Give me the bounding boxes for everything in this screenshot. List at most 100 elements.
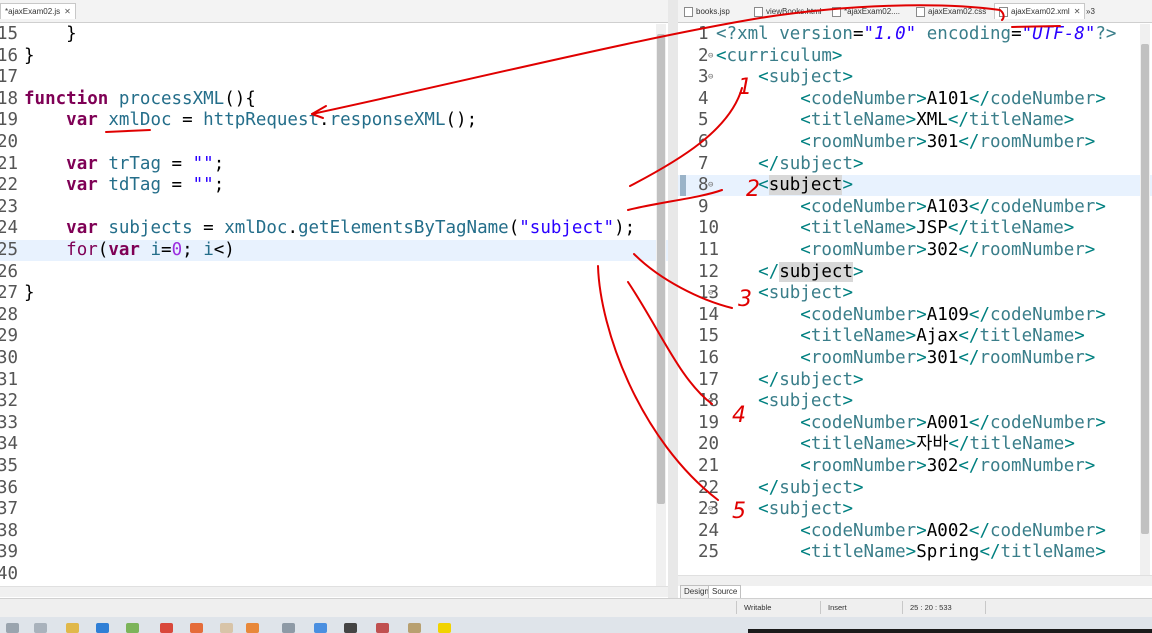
code-line[interactable]: 26: [0, 262, 668, 283]
fold-toggle-icon[interactable]: ⊖: [708, 283, 713, 304]
app-icon[interactable]: [314, 623, 327, 633]
js-horizontal-scrollbar[interactable]: [0, 586, 668, 597]
tab-overflow-button[interactable]: »3: [1082, 4, 1099, 19]
tab-ajaxexam02-css[interactable]: ajaxExam02.css: [912, 4, 990, 19]
code-line[interactable]: 39: [0, 542, 668, 563]
scroll-thumb[interactable]: [1141, 44, 1149, 534]
code-line[interactable]: 3 ⊖ <subject>: [678, 67, 1152, 88]
code-line[interactable]: 14 <codeNumber>A109</codeNumber>: [678, 305, 1152, 326]
code-line[interactable]: 16 <roomNumber>301</roomNumber>: [678, 348, 1152, 369]
line-number: 8: [698, 175, 709, 196]
code-line[interactable]: 8 ⊖ <subject>: [678, 175, 1152, 197]
folder-icon[interactable]: [66, 623, 79, 633]
code-line[interactable]: 25 for(var i=0; i<): [0, 240, 668, 261]
xml-horizontal-scrollbar[interactable]: [678, 575, 1152, 586]
code-line[interactable]: 29: [0, 326, 668, 347]
code-line[interactable]: 40: [0, 564, 668, 585]
code-line[interactable]: 17 </subject>: [678, 370, 1152, 391]
code-line[interactable]: 21 var trTag = "";: [0, 154, 668, 175]
code-line[interactable]: 35: [0, 456, 668, 477]
code-line[interactable]: 2 ⊖ <curriculum>: [678, 46, 1152, 67]
fold-toggle-icon[interactable]: ⊖: [708, 67, 713, 88]
code-line[interactable]: 1 <?xml version="1.0" encoding="UTF-8"?>: [678, 24, 1152, 45]
code-line[interactable]: 15 <titleName>Ajax</titleName>: [678, 326, 1152, 347]
code-line[interactable]: 11 <roomNumber>302</roomNumber>: [678, 240, 1152, 261]
tab-label: *ajaxExam02.js: [5, 7, 61, 16]
tab-ajaxexam02-js[interactable]: *ajaxExam02.js ✕: [0, 3, 76, 19]
eclipse-icon[interactable]: [246, 623, 259, 633]
code-line[interactable]: 5 <titleName>XML</titleName>: [678, 110, 1152, 131]
code-line[interactable]: 22 var tdTag = "";: [0, 175, 668, 196]
code-line[interactable]: 30: [0, 348, 668, 369]
code-line[interactable]: 22 </subject>: [678, 478, 1152, 499]
code-line[interactable]: 28: [0, 305, 668, 326]
close-icon[interactable]: ✕: [1074, 7, 1081, 16]
chrome-icon[interactable]: [160, 623, 173, 633]
code-line[interactable]: 23 ⊖ <subject>: [678, 499, 1152, 520]
fold-toggle-icon[interactable]: ⊖: [708, 175, 713, 196]
code-line[interactable]: 20: [0, 132, 668, 153]
pane-divider[interactable]: [668, 0, 678, 598]
paint-icon[interactable]: [220, 623, 233, 633]
code-line[interactable]: 15 }: [0, 24, 668, 45]
code-line[interactable]: 36: [0, 478, 668, 499]
app-icon[interactable]: [126, 623, 139, 633]
fold-toggle-icon[interactable]: ⊖: [708, 391, 713, 412]
tab-books-jsp[interactable]: books.jsp: [680, 4, 734, 19]
code-line[interactable]: 12 </subject>: [678, 261, 1152, 283]
code-line[interactable]: 31: [0, 370, 668, 391]
code-line[interactable]: 23: [0, 197, 668, 218]
code-line[interactable]: 13 ⊖ <subject>: [678, 283, 1152, 304]
code-line[interactable]: 16}: [0, 46, 668, 67]
code-line[interactable]: 10 <titleName>JSP</titleName>: [678, 218, 1152, 239]
status-separator: [820, 601, 821, 614]
js-vertical-scrollbar[interactable]: [656, 24, 666, 586]
js-editor-pane[interactable]: *ajaxExam02.js ✕ 15 } 16} 17 18 function proc…: [0, 0, 668, 598]
edge-icon[interactable]: [96, 623, 109, 633]
line-number: 38: [0, 520, 19, 541]
app-icon[interactable]: [282, 623, 295, 633]
code-line[interactable]: 25 <titleName>Spring</titleName>: [678, 542, 1152, 563]
xml-editor-pane[interactable]: books.jsp viewBooks.html *ajaxExam02....…: [678, 0, 1152, 598]
status-insert-mode[interactable]: Insert: [828, 603, 847, 612]
code-line[interactable]: 24 var subjects = xmlDoc.getElementsByTa…: [0, 218, 668, 239]
code-line[interactable]: 9 <codeNumber>A103</codeNumber>: [678, 197, 1152, 218]
code-line[interactable]: 33: [0, 413, 668, 434]
kakaotalk-icon[interactable]: [438, 623, 451, 633]
code-text: var trTag = "";: [66, 153, 225, 174]
tab-viewbooks-html[interactable]: viewBooks.html: [750, 4, 826, 19]
tab-source[interactable]: Source: [708, 585, 742, 599]
app-icon[interactable]: [408, 623, 421, 633]
code-line[interactable]: 18 function processXML(){: [0, 89, 668, 110]
tab-ajaxexam02-xml[interactable]: ajaxExam02.xml ✕: [994, 3, 1086, 19]
xml-vertical-scrollbar[interactable]: [1140, 24, 1150, 576]
code-line[interactable]: 38: [0, 521, 668, 542]
code-line[interactable]: 7 </subject>: [678, 154, 1152, 175]
close-icon[interactable]: ✕: [64, 7, 71, 16]
code-line[interactable]: 20 <titleName>자바</titleName>: [678, 434, 1152, 455]
fold-toggle-icon[interactable]: ⊖: [708, 46, 713, 67]
scroll-thumb[interactable]: [657, 34, 665, 504]
code-line[interactable]: 21 <roomNumber>302</roomNumber>: [678, 456, 1152, 477]
code-line[interactable]: 4 <codeNumber>A101</codeNumber>: [678, 89, 1152, 110]
tab-label: viewBooks.html: [766, 7, 822, 16]
code-line[interactable]: 27}: [0, 283, 668, 304]
fold-toggle-icon[interactable]: ⊖: [708, 499, 713, 520]
code-line[interactable]: 24 <codeNumber>A002</codeNumber>: [678, 521, 1152, 542]
tab-ajaxexam02-js[interactable]: *ajaxExam02....: [828, 4, 904, 19]
start-icon[interactable]: [6, 623, 19, 633]
app-icon[interactable]: [376, 623, 389, 633]
tab-label: Design: [684, 587, 709, 596]
search-icon[interactable]: [34, 623, 47, 633]
app-icon[interactable]: [344, 623, 357, 633]
code-line[interactable]: 18 ⊖ <subject>: [678, 391, 1152, 412]
code-line[interactable]: 19 var xmlDoc = httpRequest.responseXML(…: [0, 110, 668, 131]
code-line[interactable]: 6 <roomNumber>301</roomNumber>: [678, 132, 1152, 153]
code-line[interactable]: 34: [0, 434, 668, 455]
code-line[interactable]: 19 <codeNumber>A001</codeNumber>: [678, 413, 1152, 434]
code-line[interactable]: 37: [0, 499, 668, 520]
code-line[interactable]: 17: [0, 67, 668, 88]
line-number: 31: [0, 369, 19, 390]
code-line[interactable]: 32: [0, 391, 668, 412]
chrome-icon[interactable]: [190, 623, 203, 633]
